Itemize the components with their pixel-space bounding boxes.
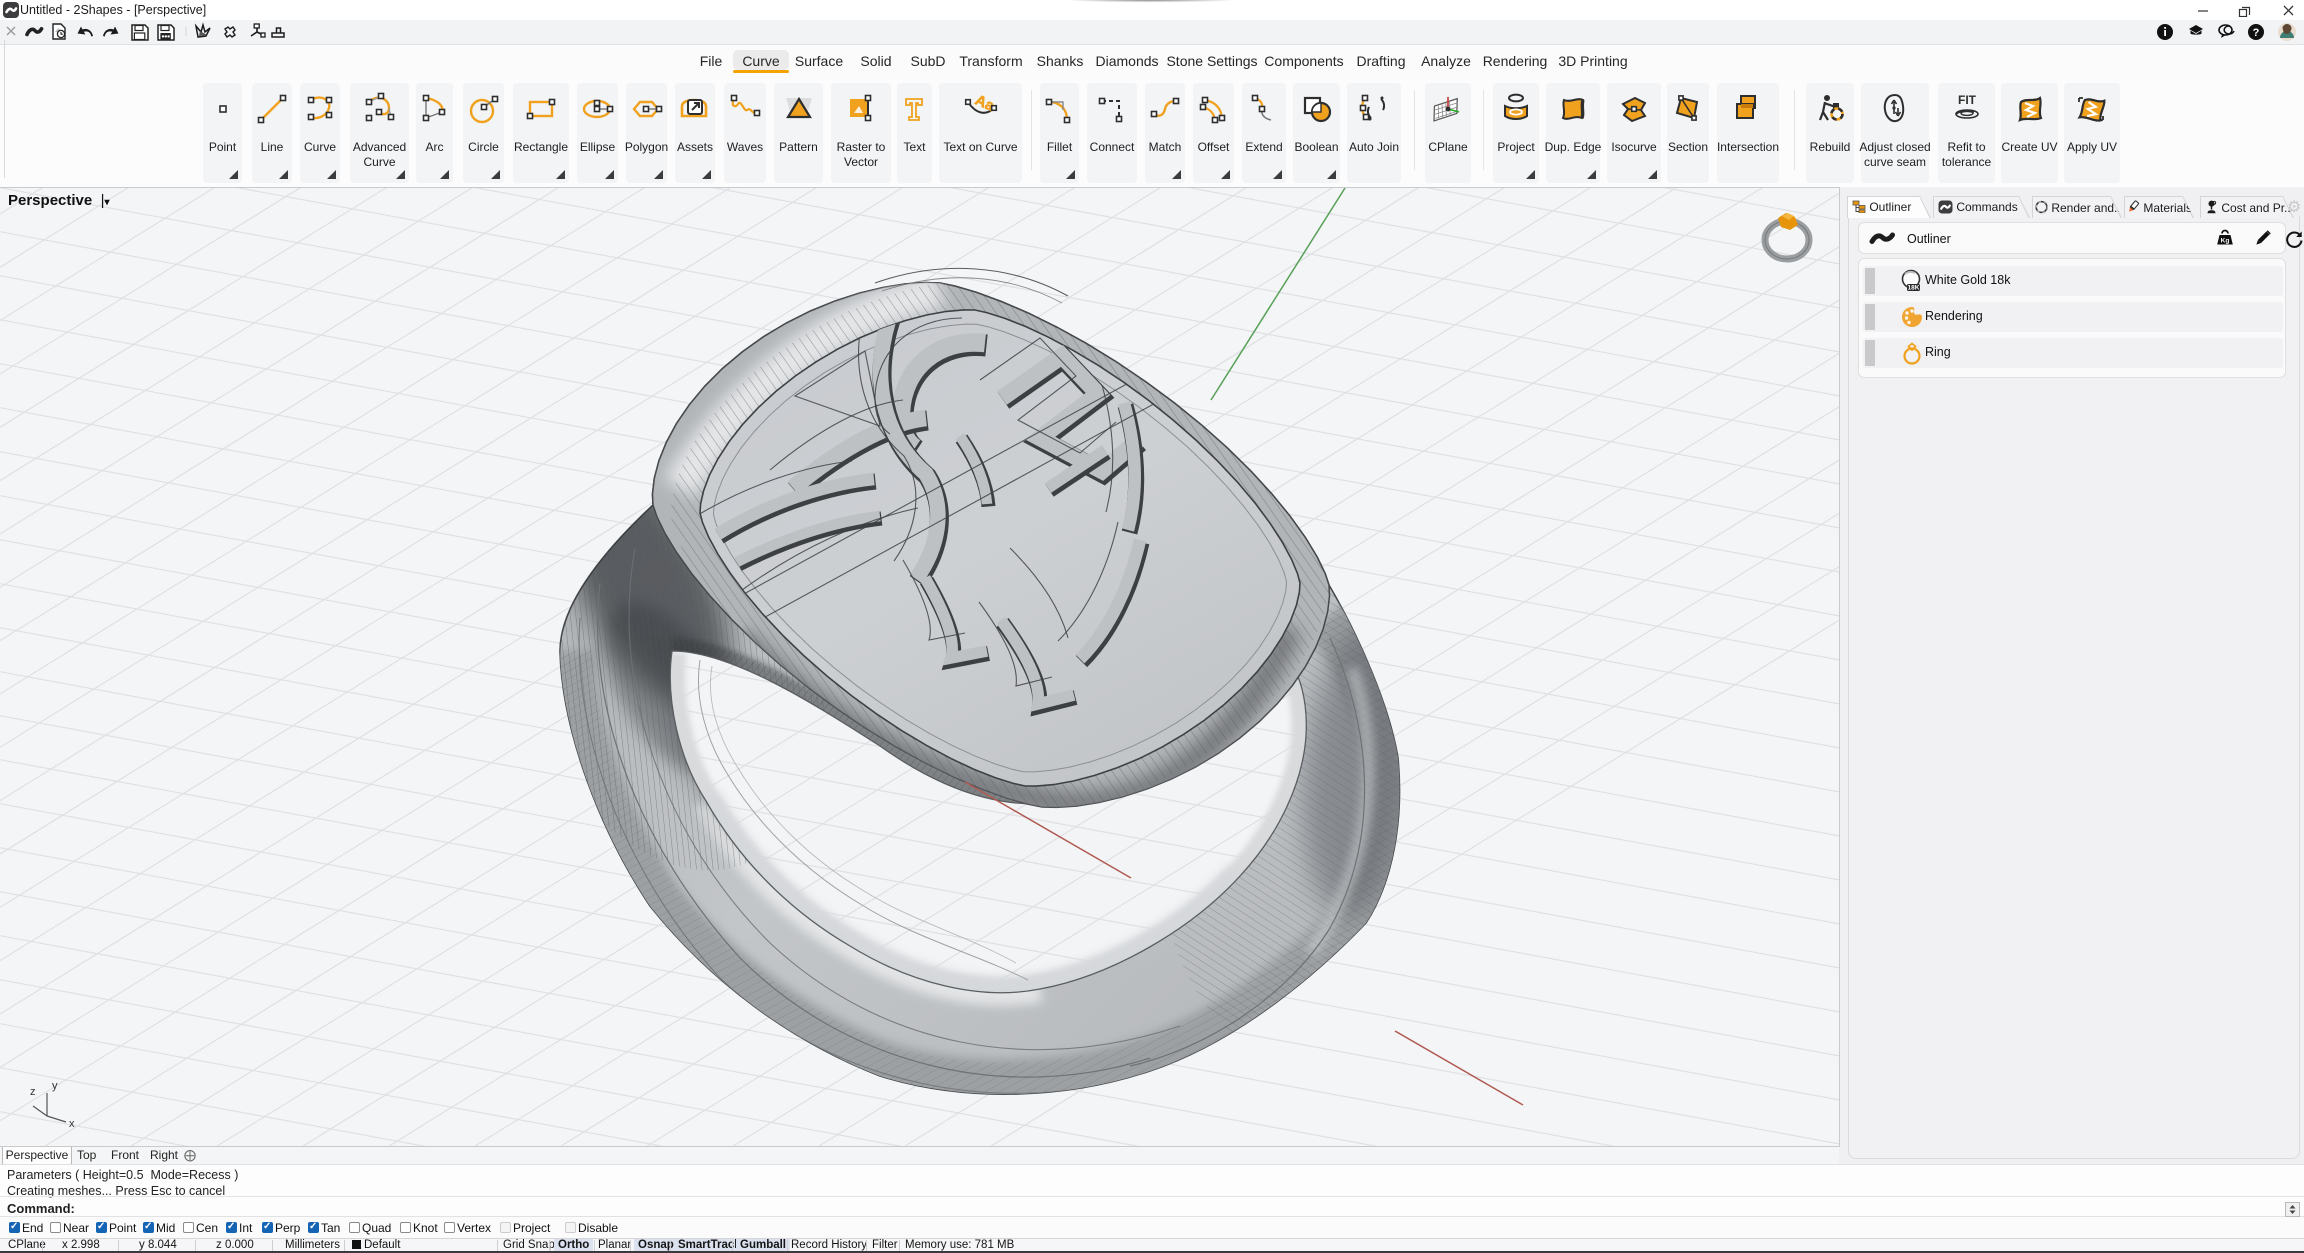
svg-text:z: z bbox=[30, 1086, 36, 1098]
svg-text:18K: 18K bbox=[1908, 285, 1920, 292]
svg-text:?: ? bbox=[2253, 27, 2260, 39]
svg-text:x: x bbox=[69, 1118, 75, 1130]
svg-text:Kg: Kg bbox=[2221, 238, 2230, 245]
svg-text:y: y bbox=[52, 1080, 58, 1092]
